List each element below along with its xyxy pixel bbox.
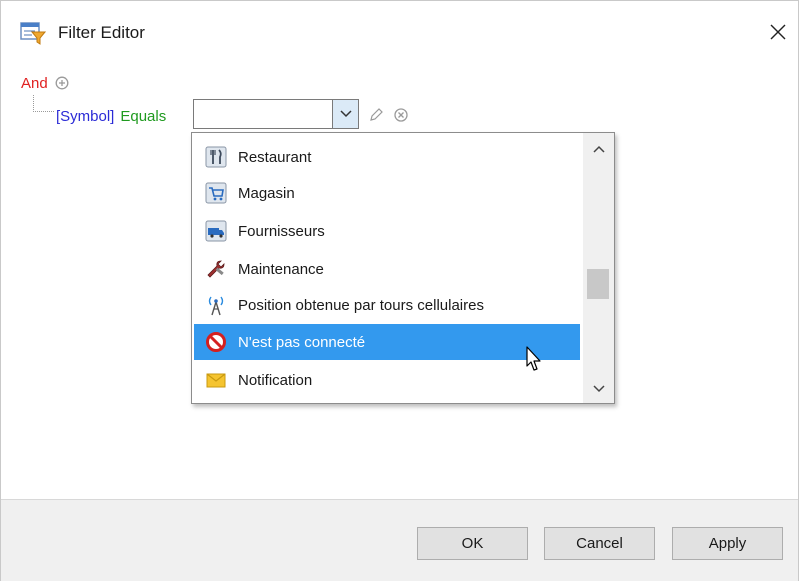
- truck-icon: [204, 220, 228, 242]
- add-condition-icon[interactable]: [55, 76, 69, 90]
- condition-value-combobox[interactable]: [193, 99, 359, 129]
- group-node: And: [21, 73, 69, 93]
- close-icon: [770, 24, 786, 40]
- group-operator-label[interactable]: And: [21, 75, 48, 92]
- edit-pencil-icon[interactable]: [368, 107, 384, 123]
- mouse-pointer-icon: [526, 346, 541, 371]
- list-item-label: Position obtenue par tours cellulaires: [238, 296, 484, 314]
- no-entry-icon: [204, 331, 228, 353]
- list-item-maintenance[interactable]: Maintenance: [194, 251, 580, 287]
- list-item-position-cellulaire[interactable]: Position obtenue par tours cellulaires: [194, 287, 580, 323]
- list-item-label: Maintenance: [238, 260, 324, 278]
- title-bar: Filter Editor: [1, 1, 798, 65]
- dropdown-scrollbar[interactable]: [583, 133, 614, 403]
- list-item-magasin[interactable]: Magasin: [194, 175, 580, 211]
- restaurant-icon: [204, 146, 228, 168]
- list-item-label: Restaurant: [238, 148, 312, 166]
- list-item-label: Notification: [238, 371, 313, 389]
- symbol-dropdown-list[interactable]: Restaurant Magasin Fournisseurs Maintena…: [191, 132, 615, 404]
- scrollbar-thumb[interactable]: [587, 269, 609, 299]
- remove-condition-icon[interactable]: [393, 107, 409, 123]
- wrench-icon: [204, 258, 228, 280]
- tree-connector: [33, 95, 54, 112]
- list-item-fournisseurs[interactable]: Fournisseurs: [194, 213, 580, 249]
- filter-editor-app-icon: [20, 22, 46, 45]
- apply-button[interactable]: Apply: [672, 527, 783, 560]
- chevron-down-icon: [592, 385, 605, 393]
- condition-field-label[interactable]: [Symbol]: [56, 108, 114, 125]
- condition-operator-label[interactable]: Equals: [120, 108, 166, 125]
- ok-button[interactable]: OK: [417, 527, 528, 560]
- cancel-button[interactable]: Cancel: [544, 527, 655, 560]
- list-item-label: Fournisseurs: [238, 222, 325, 240]
- chevron-down-icon: [339, 110, 352, 118]
- scroll-up-button[interactable]: [583, 137, 614, 161]
- condition-node: [Symbol] Equals: [56, 105, 166, 127]
- combobox-dropdown-button[interactable]: [332, 100, 358, 128]
- shopping-cart-icon: [204, 182, 228, 204]
- dialog-footer: OK Cancel Apply: [1, 499, 798, 581]
- close-button[interactable]: [761, 15, 795, 49]
- envelope-icon: [204, 369, 228, 391]
- list-item-restaurant[interactable]: Restaurant: [194, 139, 580, 175]
- cell-tower-icon: [204, 294, 228, 316]
- list-item-label: Magasin: [238, 184, 295, 202]
- scroll-down-button[interactable]: [583, 377, 614, 401]
- filter-editor-window: Filter Editor And [Symbol] Equals Restau…: [0, 0, 799, 581]
- list-item-label: N'est pas connecté: [238, 333, 366, 351]
- chevron-up-icon: [592, 145, 605, 153]
- window-title: Filter Editor: [58, 23, 145, 42]
